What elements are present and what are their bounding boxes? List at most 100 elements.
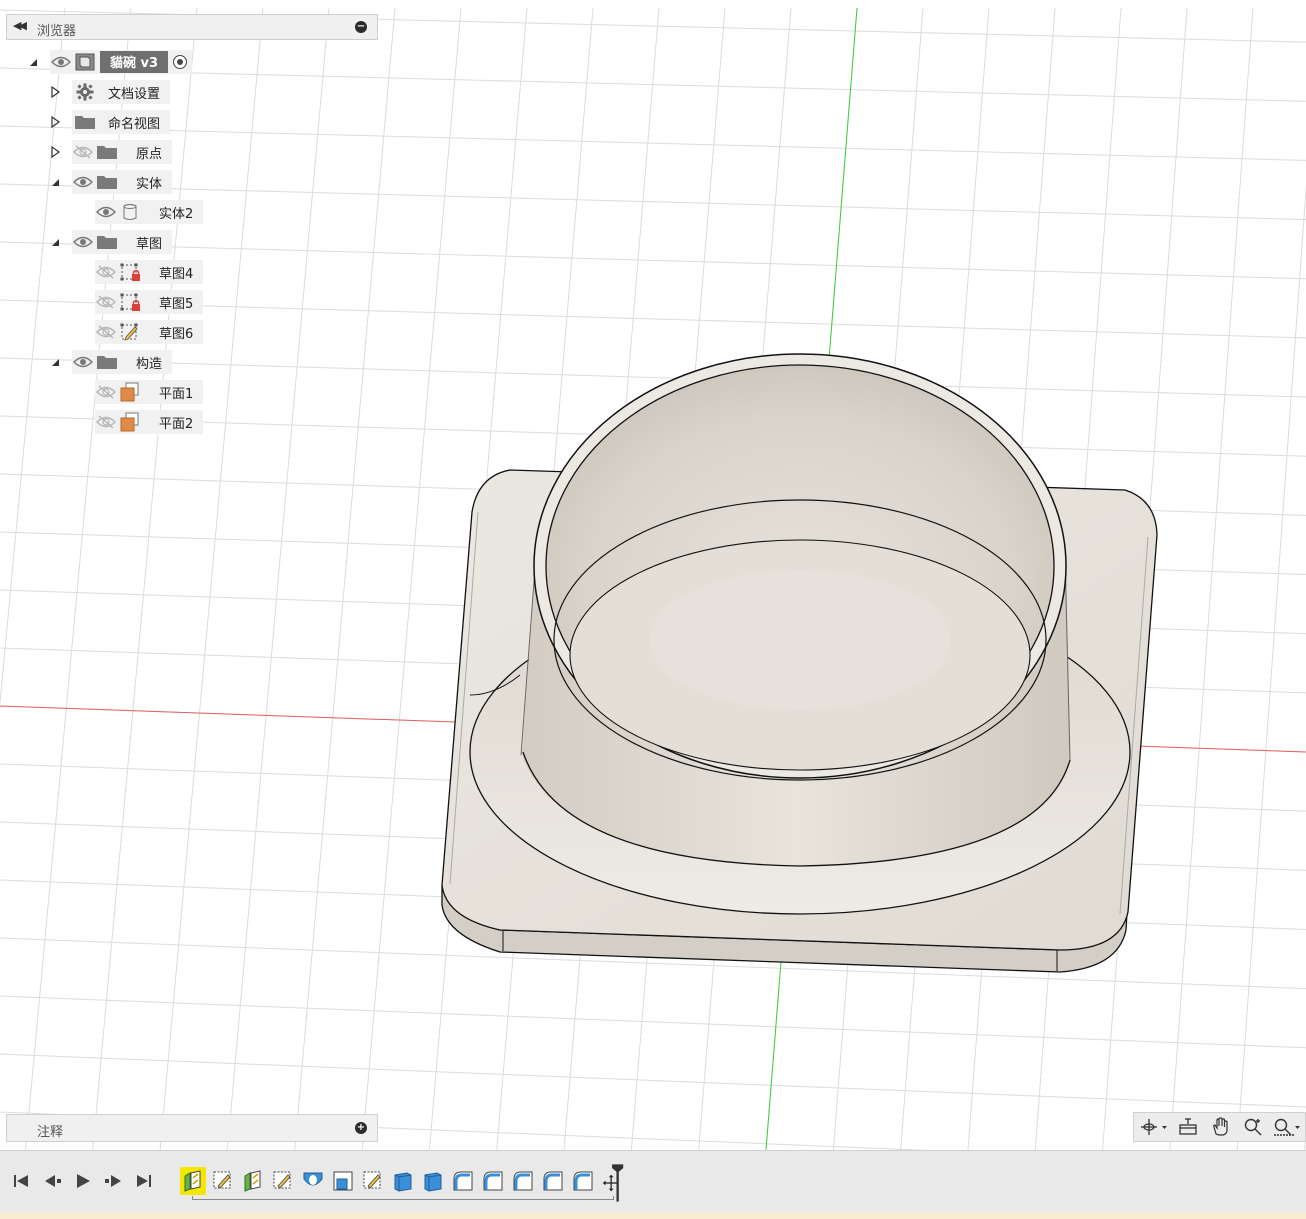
browser-item-label: 原点 [136, 146, 163, 162]
eye-icon[interactable] [72, 350, 94, 374]
folder-icon [94, 140, 120, 164]
box-icon[interactable] [390, 1167, 416, 1195]
add-annotation-icon[interactable]: + [355, 1122, 367, 1134]
step-forward-icon[interactable] [100, 1165, 126, 1197]
minimize-icon[interactable]: − [355, 21, 367, 33]
annotations-title: 注释 [37, 1125, 64, 1140]
browser-item-label: 命名视图 [108, 116, 161, 132]
fillet-icon[interactable] [510, 1167, 536, 1195]
revolve-icon[interactable] [300, 1167, 326, 1195]
grid-line [226, 7, 330, 1150]
sketch-edit-icon [117, 320, 143, 344]
collapse-arrow-icon[interactable] [49, 236, 61, 248]
browser-panel-header: ◀◀ 浏览器 − [6, 14, 378, 40]
plane-icon [117, 380, 143, 404]
eye-hidden-icon[interactable] [95, 320, 117, 344]
active-component-radio-icon[interactable] [168, 54, 192, 70]
gear-icon [72, 80, 98, 104]
sketch-icon[interactable] [360, 1167, 386, 1195]
browser-item-label: 草图6 [159, 326, 194, 342]
fit-zoom-icon[interactable] [1270, 1115, 1303, 1139]
browser-item[interactable]: 貓碗 v3 [50, 50, 193, 74]
folder-icon [94, 230, 120, 254]
sketch-locked-icon [117, 290, 143, 314]
collapse-arrow-icon[interactable] [27, 56, 39, 68]
folder-icon [94, 170, 120, 194]
grid-line [0, 995, 1306, 1049]
fillet-icon[interactable] [570, 1167, 596, 1195]
status-strip [0, 1212, 1306, 1219]
grid-line [0, 67, 1306, 102]
eye-icon[interactable] [72, 170, 94, 194]
browser-item[interactable]: 原点 [72, 140, 173, 164]
collapse-arrow-icon[interactable] [49, 176, 61, 188]
collapse-arrow-icon[interactable] [49, 356, 61, 368]
annotations-panel-header: 注释 + [6, 1114, 378, 1142]
eye-icon[interactable] [50, 50, 72, 74]
skip-to-start-icon[interactable] [8, 1165, 34, 1197]
browser-item[interactable]: 实体2 [95, 200, 204, 224]
timeline-bar [0, 1150, 1306, 1213]
expand-arrow-icon[interactable] [49, 146, 61, 158]
canvas-viewport[interactable] [0, 0, 1306, 1150]
eye-icon[interactable] [72, 230, 94, 254]
extrude-icon[interactable] [240, 1167, 266, 1195]
eye-hidden-icon[interactable] [72, 140, 94, 164]
sketch-icon[interactable] [210, 1167, 236, 1195]
grid-line [0, 125, 1306, 161]
browser-item[interactable]: 命名视图 [72, 110, 171, 134]
pan-hand-icon[interactable] [1204, 1115, 1237, 1139]
component-box-icon [72, 50, 98, 74]
fillet-icon[interactable] [450, 1167, 476, 1195]
browser-item[interactable]: 实体 [72, 170, 173, 194]
browser-item-label: 实体2 [159, 206, 194, 222]
eye-hidden-icon[interactable] [95, 410, 117, 434]
grid-line [159, 7, 264, 1150]
skip-to-end-icon[interactable] [131, 1165, 157, 1197]
browser-item[interactable]: 草图5 [95, 290, 204, 314]
box-icon[interactable] [420, 1167, 446, 1195]
expand-arrow-icon[interactable] [49, 86, 61, 98]
eye-icon[interactable] [95, 200, 117, 224]
browser-item-label: 平面2 [159, 416, 194, 432]
folder-icon [72, 110, 98, 134]
collapse-panel-icon[interactable]: ◀◀ [13, 19, 27, 32]
expand-arrow-icon[interactable] [49, 116, 61, 128]
fillet-icon[interactable] [480, 1167, 506, 1195]
grid-line [361, 7, 462, 1150]
navigation-bar [1133, 1112, 1306, 1142]
browser-item[interactable]: 草图 [72, 230, 173, 254]
browser-item[interactable]: 草图4 [95, 260, 204, 284]
eye-hidden-icon[interactable] [95, 290, 117, 314]
eye-hidden-icon[interactable] [95, 260, 117, 284]
zoom-icon[interactable] [1237, 1115, 1270, 1139]
timeline-track [192, 1196, 614, 1200]
orbit-icon[interactable] [1138, 1115, 1171, 1139]
sketch-icon[interactable] [270, 1167, 296, 1195]
grid-line [1169, 7, 1254, 1150]
browser-item-label: 草图 [136, 236, 163, 252]
step-back-icon[interactable] [40, 1165, 66, 1197]
browser-item-label: 草图5 [159, 296, 194, 312]
browser-item-label: 貓碗 v3 [100, 51, 169, 73]
browser-item[interactable]: 平面2 [95, 410, 204, 434]
browser-item[interactable]: 文档设置 [72, 80, 171, 104]
browser-item-label: 文档设置 [108, 86, 161, 102]
browser-item-label: 构造 [136, 356, 163, 372]
sketch-locked-icon [117, 260, 143, 284]
look-at-icon[interactable] [1171, 1115, 1204, 1139]
browser-item[interactable]: 草图6 [95, 320, 204, 344]
grid-line [1236, 182, 1306, 1150]
bowl-model[interactable] [441, 353, 1158, 973]
browser-item[interactable]: 构造 [72, 350, 173, 374]
browser-item-label: 草图4 [159, 266, 194, 282]
play-icon[interactable] [70, 1165, 96, 1197]
extrude-icon[interactable] [180, 1167, 206, 1195]
fillet-icon[interactable] [540, 1167, 566, 1195]
body-icon [117, 200, 143, 224]
eye-hidden-icon[interactable] [95, 380, 117, 404]
browser-item-label: 实体 [136, 176, 163, 192]
browser-title: 浏览器 [37, 24, 77, 39]
browser-item[interactable]: 平面1 [95, 380, 204, 404]
shell-icon[interactable] [330, 1167, 356, 1195]
